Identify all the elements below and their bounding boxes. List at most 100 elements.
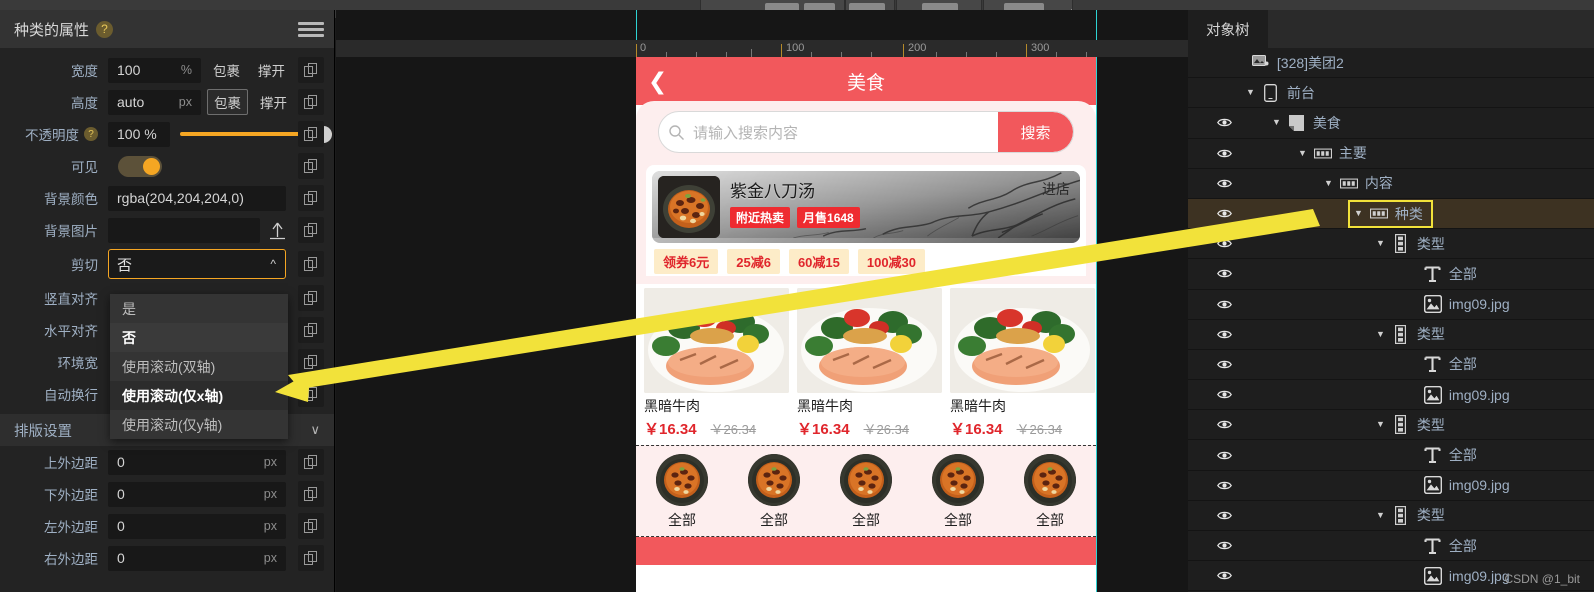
coupon-badge[interactable]: 100减30 (857, 249, 926, 274)
margin-bottom-input[interactable]: 0 px (108, 481, 286, 507)
copy-icon[interactable] (298, 89, 324, 115)
tree-row[interactable]: ▼ 主要 (1188, 139, 1594, 169)
eye-icon[interactable] (1216, 296, 1232, 312)
tree-row[interactable]: ▼ 类型 (1188, 320, 1594, 350)
list-item[interactable]: 黑暗牛肉 ￥16.34 ￥26.34 (950, 288, 1095, 439)
list-item[interactable]: 黑暗牛肉 ￥16.34 ￥26.34 (797, 288, 942, 439)
chevron-down-icon[interactable]: ∨ (310, 422, 320, 438)
chevron-down-icon[interactable]: ▼ (1376, 510, 1385, 520)
list-item[interactable]: 全部 (646, 454, 718, 530)
dropdown-option-scroll-y[interactable]: 使用滚动(仅y轴) (110, 410, 288, 439)
copy-icon[interactable] (298, 185, 324, 211)
width-wrap-option[interactable]: 包裹 (207, 58, 246, 82)
chevron-down-icon[interactable]: ▼ (1376, 239, 1385, 248)
tree-node[interactable]: ▼全部 (1408, 264, 1477, 284)
copy-icon[interactable] (298, 285, 324, 311)
copy-icon[interactable] (298, 121, 324, 147)
tree-row[interactable]: ▼ 内容 (1188, 169, 1594, 199)
eye-icon[interactable] (1216, 387, 1232, 403)
tree-node[interactable]: ▼img09.jpg (1408, 566, 1510, 585)
list-item[interactable]: 全部 (738, 454, 810, 530)
tree-node[interactable]: ▼ 美食 (1272, 113, 1341, 133)
eye-icon[interactable] (1216, 266, 1232, 282)
coupon-badge[interactable]: 领券6元 (654, 249, 719, 274)
chevron-down-icon[interactable]: ▼ (1272, 118, 1281, 127)
chevron-down-icon[interactable]: ▼ (1376, 329, 1385, 339)
dropdown-option-scroll-x[interactable]: 使用滚动(仅x轴) (110, 381, 288, 410)
category-strip[interactable]: 全部 全部 全部 全部 全部 (636, 445, 1096, 537)
dropdown-option-no[interactable]: 否 (110, 323, 288, 352)
margin-right-input[interactable]: 0 px (108, 545, 286, 571)
copy-icon[interactable] (298, 513, 324, 539)
tree-node[interactable]: ▼ 内容 (1324, 173, 1393, 193)
search-bar[interactable]: 请输入搜索内容 搜索 (658, 111, 1074, 153)
upload-icon[interactable] (264, 217, 290, 243)
visible-toggle[interactable] (118, 155, 162, 177)
tree-row[interactable]: ▼ 类型 (1188, 410, 1594, 441)
copy-icon[interactable] (298, 349, 324, 375)
list-item[interactable]: 全部 (1014, 454, 1086, 530)
margin-left-input[interactable]: 0 px (108, 513, 286, 539)
tree-node[interactable]: ▼ 类型 (1376, 234, 1445, 254)
phone-preview[interactable]: ❮ 美食 请输入搜索内容 搜索 紫金八刀汤 进店 附近热卖 月售1648 领券6… (636, 57, 1096, 592)
bgcolor-input[interactable]: rgba(204,204,204,0) (108, 185, 286, 211)
tree-node[interactable]: ▼ 种类 (1348, 199, 1433, 228)
eye-icon[interactable] (1216, 477, 1232, 493)
tree-row[interactable]: ▼ 类型 (1188, 229, 1594, 260)
copy-icon[interactable] (298, 217, 324, 243)
eye-icon[interactable] (1216, 115, 1232, 131)
tree-row[interactable]: ▼全部 (1188, 531, 1594, 562)
chevron-down-icon[interactable]: ▼ (1324, 178, 1333, 188)
eye-icon[interactable] (1216, 356, 1232, 372)
eye-icon[interactable] (1216, 538, 1232, 554)
tree-row[interactable]: ▼全部 (1188, 259, 1594, 290)
help-icon[interactable]: ? (84, 127, 98, 141)
clip-select[interactable]: 否 ^ (108, 249, 286, 279)
width-stretch-option[interactable]: 撑开 (252, 58, 291, 82)
chevron-left-icon[interactable]: ❮ (648, 69, 667, 93)
shop-card[interactable]: 紫金八刀汤 进店 附近热卖 月售1648 领券6元 25减6 60减15 100… (646, 165, 1086, 276)
object-tree[interactable]: ▼[328]美团2▼前台▼美食▼主要▼内容▼种类▼类型▼全部▼img09.jpg… (1188, 48, 1594, 592)
tree-node[interactable]: ▼全部 (1408, 354, 1477, 374)
tree-row[interactable]: ▼全部 (1188, 440, 1594, 471)
coupon-badge[interactable]: 25减6 (727, 249, 780, 274)
tab-object-tree[interactable]: 对象树 (1188, 10, 1268, 48)
tree-node[interactable]: ▼ 主要 (1298, 143, 1367, 163)
copy-icon[interactable] (298, 545, 324, 571)
tree-node[interactable]: ▼全部 (1408, 536, 1477, 556)
enter-shop-link[interactable]: 进店 (1042, 179, 1070, 199)
dropdown-option-scroll-both[interactable]: 使用滚动(双轴) (110, 352, 288, 381)
chevron-down-icon[interactable]: ▼ (1376, 420, 1385, 429)
eye-icon[interactable] (1216, 568, 1232, 584)
tree-node[interactable]: ▼ 类型 (1376, 505, 1445, 525)
copy-icon[interactable] (298, 57, 324, 83)
list-item[interactable]: 黑暗牛肉 ￥16.34 ￥26.34 (644, 288, 789, 439)
copy-icon[interactable] (298, 251, 324, 277)
tree-row[interactable]: ▼全部 (1188, 350, 1594, 381)
copy-icon[interactable] (298, 153, 324, 179)
eye-icon[interactable] (1216, 507, 1232, 523)
height-input[interactable]: auto px (108, 89, 201, 115)
tree-node[interactable]: ▼img09.jpg (1408, 385, 1510, 404)
clip-dropdown-menu[interactable]: 是 否 使用滚动(双轴) 使用滚动(仅x轴) 使用滚动(仅y轴) (110, 294, 288, 439)
tree-row[interactable]: ▼img09.jpg (1188, 290, 1594, 320)
tree-node[interactable]: ▼ 类型 (1376, 324, 1445, 344)
hamburger-icon[interactable] (298, 21, 324, 38)
tree-row[interactable]: ▼ 类型 (1188, 501, 1594, 531)
chevron-down-icon[interactable]: ▼ (1354, 209, 1363, 218)
opacity-input[interactable]: 100 % (108, 121, 170, 147)
copy-icon[interactable] (298, 317, 324, 343)
copy-icon[interactable] (298, 481, 324, 507)
eye-icon[interactable] (1216, 417, 1232, 433)
canvas-area[interactable]: 0 100 200 300 0 (336, 10, 1188, 592)
tree-row[interactable]: ▼ 美食 (1188, 108, 1594, 139)
tree-row[interactable]: ▼ 前台 (1188, 78, 1594, 109)
tree-node[interactable]: ▼[328]美团2 (1236, 53, 1344, 73)
eye-icon[interactable] (1216, 447, 1232, 463)
eye-icon[interactable] (1216, 326, 1232, 342)
width-input[interactable]: 100 % (108, 57, 201, 83)
margin-top-input[interactable]: 0 px (108, 449, 286, 475)
help-icon[interactable]: ? (96, 20, 114, 38)
eye-icon[interactable] (1216, 175, 1232, 191)
chevron-down-icon[interactable]: ▼ (1246, 88, 1255, 97)
